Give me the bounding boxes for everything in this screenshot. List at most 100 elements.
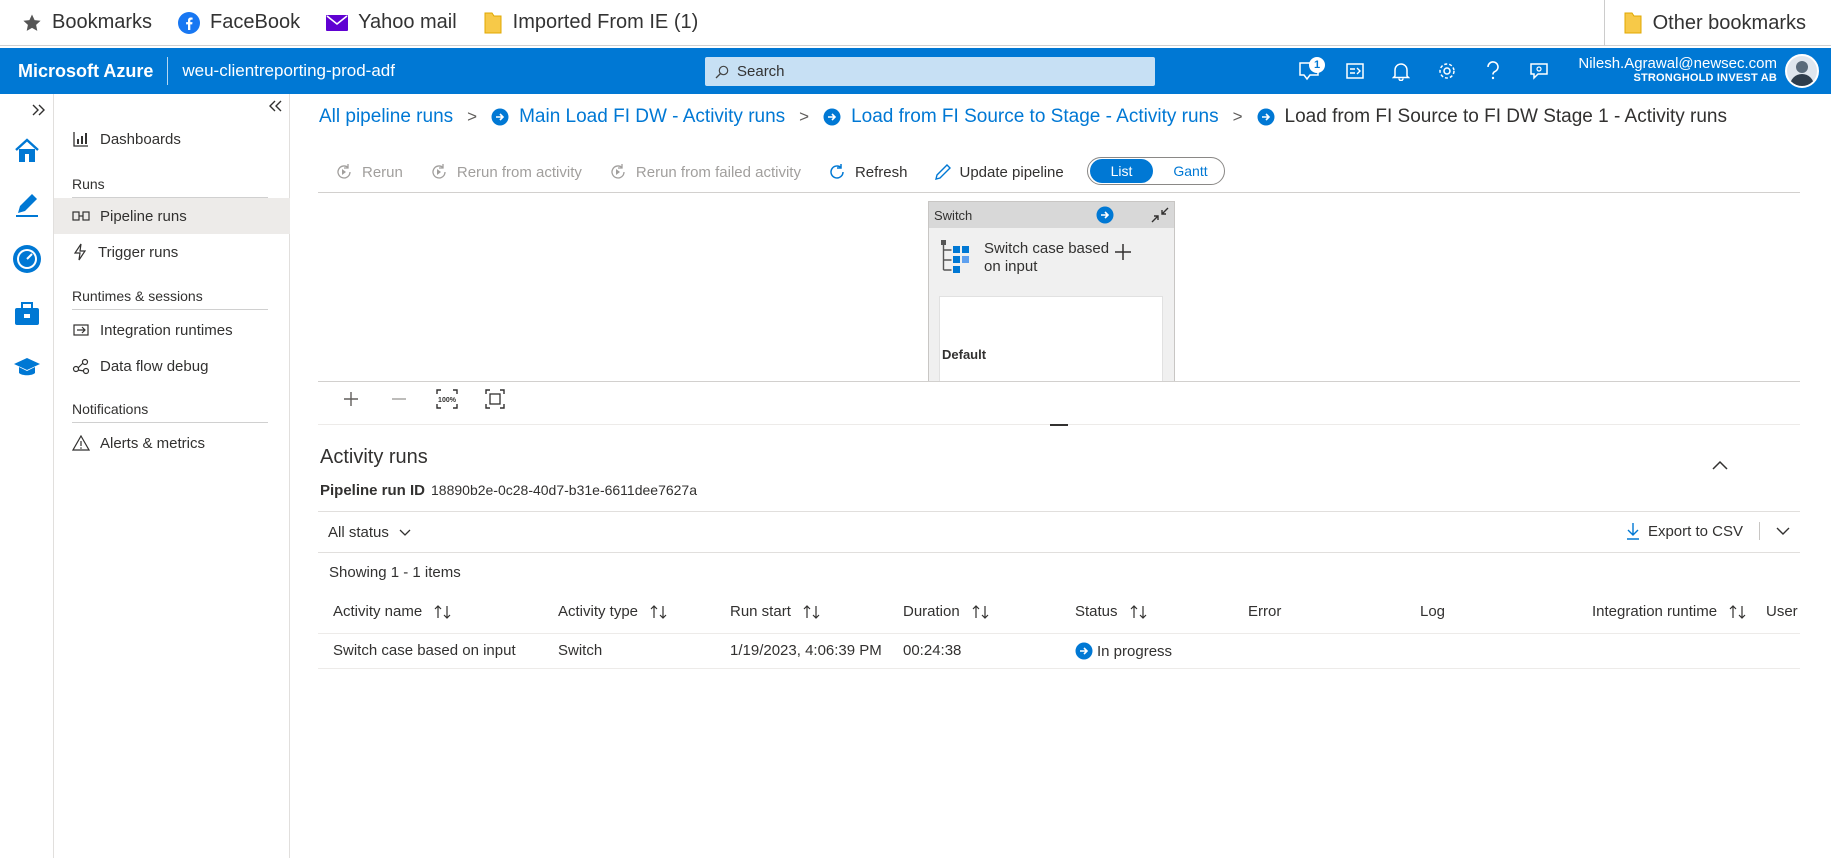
monitor-icon[interactable] xyxy=(10,242,44,276)
expand-rail-icon[interactable] xyxy=(26,98,52,122)
bell-icon[interactable] xyxy=(1387,57,1415,85)
rerun-button[interactable]: Rerun xyxy=(334,162,403,182)
monitor-nav-panel: Dashboards Runs Pipeline runs Trigger ru… xyxy=(54,94,290,858)
breadcrumb-load-to-stage[interactable]: Load from FI Source to Stage - Activity … xyxy=(851,106,1219,128)
bookmark-bookmarks[interactable]: Bookmarks xyxy=(22,0,152,46)
collapse-icon[interactable] xyxy=(1151,207,1169,223)
cell-activity-name[interactable]: Switch case based on input xyxy=(333,642,516,659)
bookmark-label: FaceBook xyxy=(210,11,301,33)
nav-section-runtimes: Runtimes & sessions xyxy=(72,288,203,304)
breadcrumb-separator: > xyxy=(1232,107,1243,126)
button-label: Rerun xyxy=(362,163,403,181)
nav-item-pipeline-runs[interactable]: Pipeline runs xyxy=(54,198,290,234)
nav-item-integration-runtimes[interactable]: Integration runtimes xyxy=(54,312,290,348)
column-label: Error xyxy=(1248,603,1282,620)
rerun-from-activity-button[interactable]: Rerun from activity xyxy=(429,162,582,182)
feedback-icon[interactable] xyxy=(1525,57,1553,85)
table-row-divider xyxy=(318,668,1800,669)
zoom-100-icon[interactable]: 100% xyxy=(436,388,458,410)
view-gantt-button[interactable]: Gantt xyxy=(1159,159,1222,183)
column-duration[interactable]: Duration xyxy=(903,603,990,620)
manage-toolbox-icon[interactable] xyxy=(10,297,44,331)
cell-run-start: 1/19/2023, 4:06:39 PM xyxy=(730,642,882,659)
zoom-in-icon[interactable] xyxy=(340,388,362,410)
column-activity-type[interactable]: Activity type xyxy=(558,603,668,620)
view-toggle: List Gantt xyxy=(1087,157,1225,185)
export-to-csv-button[interactable]: Export to CSV xyxy=(1626,522,1790,540)
update-pipeline-button[interactable]: Update pipeline xyxy=(934,163,1064,181)
rerun-icon xyxy=(608,162,628,182)
default-case-label: Default xyxy=(942,347,987,362)
search-placeholder: Search xyxy=(737,63,785,80)
view-list-button[interactable]: List xyxy=(1090,159,1153,183)
status-text: In progress xyxy=(1097,642,1173,660)
warning-icon xyxy=(72,435,90,451)
nav-item-alerts-metrics[interactable]: Alerts & metrics xyxy=(54,425,290,461)
zoom-out-icon[interactable] xyxy=(388,388,410,410)
bookmark-label: Yahoo mail xyxy=(358,11,457,33)
column-error: Error xyxy=(1248,603,1281,620)
export-divider xyxy=(1759,522,1760,540)
canvas-divider xyxy=(318,381,1800,382)
search-icon xyxy=(715,65,729,79)
default-case-box[interactable]: Default xyxy=(939,296,1163,381)
column-run-start[interactable]: Run start xyxy=(730,603,821,620)
nav-item-trigger-runs[interactable]: Trigger runs xyxy=(54,234,290,270)
switch-title: Switch case based on input xyxy=(984,240,1109,276)
status-filter-dropdown[interactable]: All status xyxy=(328,524,411,541)
switch-activity-node[interactable]: Switch Switch case based on input Defaul… xyxy=(928,201,1175,381)
factory-name[interactable]: weu-clientreporting-prod-adf xyxy=(182,61,395,81)
bookmark-yahoo-mail[interactable]: Yahoo mail xyxy=(326,0,457,46)
refresh-button[interactable]: Refresh xyxy=(827,162,908,182)
bookmark-other[interactable]: Other bookmarks xyxy=(1603,0,1806,46)
bookmark-facebook[interactable]: FaceBook xyxy=(178,0,300,46)
fit-to-screen-icon[interactable] xyxy=(484,388,506,410)
bookmark-imported-from-ie[interactable]: Imported From IE (1) xyxy=(483,0,698,46)
breadcrumb-all-pipeline-runs[interactable]: All pipeline runs xyxy=(319,106,453,128)
button-label: Refresh xyxy=(854,163,908,181)
breadcrumb-separator: > xyxy=(467,107,478,126)
facebook-icon xyxy=(178,11,201,34)
author-pencil-icon[interactable] xyxy=(10,187,44,221)
sort-icon xyxy=(803,604,821,619)
header-icons: 1 xyxy=(1295,48,1553,94)
user-account[interactable]: Nilesh.Agrawal@newsec.com STRONGHOLD INV… xyxy=(1578,55,1777,84)
column-user: User xyxy=(1766,603,1798,620)
learning-center-icon[interactable] xyxy=(10,350,44,384)
button-label: Update pipeline xyxy=(959,163,1064,181)
breadcrumb-main-load[interactable]: Main Load FI DW - Activity runs xyxy=(519,106,785,128)
breadcrumb-separator: > xyxy=(799,107,810,126)
resize-handle[interactable] xyxy=(1050,424,1068,426)
nav-item-data-flow-debug[interactable]: Data flow debug xyxy=(54,348,290,384)
chevron-up-icon[interactable] xyxy=(1712,460,1728,470)
user-org: STRONGHOLD INVEST AB xyxy=(1633,72,1777,84)
pipeline-canvas[interactable]: Switch Switch case based on input Defaul… xyxy=(318,193,1800,381)
chevron-down-icon[interactable] xyxy=(1776,527,1790,535)
sort-icon xyxy=(1130,604,1148,619)
search-input[interactable]: Search xyxy=(705,57,1155,86)
star-icon xyxy=(22,13,42,33)
switch-title-line1: Switch case based xyxy=(984,240,1110,257)
column-label: User xyxy=(1766,603,1798,620)
items-count: Showing 1 - 1 items xyxy=(329,564,461,581)
in-progress-icon xyxy=(1096,206,1114,224)
column-status[interactable]: Status xyxy=(1075,603,1148,620)
download-icon xyxy=(1626,522,1640,540)
help-icon[interactable] xyxy=(1479,57,1507,85)
directory-switch-icon[interactable] xyxy=(1341,57,1369,85)
toolbar: Rerun Rerun from activity Rerun from fai… xyxy=(334,157,1090,187)
collapse-nav-icon[interactable] xyxy=(268,100,282,112)
column-activity-name[interactable]: Activity name xyxy=(333,603,452,620)
column-integration-runtime[interactable]: Integration runtime xyxy=(1592,603,1747,620)
rerun-from-failed-button[interactable]: Rerun from failed activity xyxy=(608,162,801,182)
gear-icon[interactable] xyxy=(1433,57,1461,85)
user-name: Nilesh.Agrawal@newsec.com xyxy=(1578,55,1777,72)
nav-item-dashboards[interactable]: Dashboards xyxy=(54,121,290,157)
notifications-feed-icon[interactable]: 1 xyxy=(1295,57,1325,85)
brand-title[interactable]: Microsoft Azure xyxy=(18,61,153,82)
plus-icon[interactable] xyxy=(1113,242,1133,262)
avatar[interactable] xyxy=(1785,54,1819,88)
cell-duration: 00:24:38 xyxy=(903,642,962,659)
home-icon[interactable] xyxy=(10,134,44,168)
switch-icon xyxy=(941,240,971,274)
